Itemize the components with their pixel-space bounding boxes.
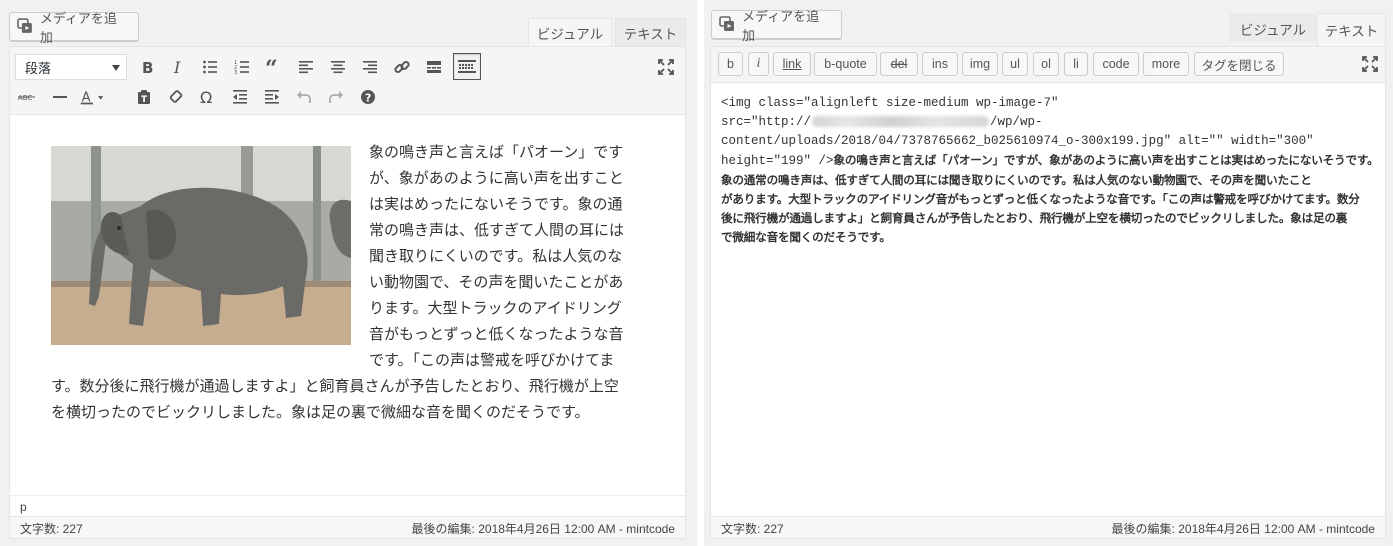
- code-src-suffix: /wp/wp-: [990, 115, 1043, 129]
- align-left-icon[interactable]: [293, 54, 319, 80]
- fullscreen-icon[interactable]: [653, 54, 679, 80]
- status-bar: 文字数: 227 最後の編集: 2018年4月26日 12:00 AM - mi…: [10, 516, 685, 538]
- paragraph-format-select[interactable]: 段落: [15, 54, 127, 80]
- qt-img-button[interactable]: img: [962, 52, 998, 76]
- last-edited: 最後の編集: 2018年4月26日 12:00 AM - mintcode: [1111, 522, 1375, 536]
- chevron-down-icon: [112, 65, 120, 71]
- code-src-prefix: src="http://: [721, 115, 812, 129]
- status-bar: 文字数: 227 最後の編集: 2018年4月26日 12:00 AM - mi…: [711, 516, 1385, 538]
- media-icon: [17, 18, 32, 33]
- text-editor-panel: メディアを追加 ビジュアル テキスト b i link b-quote del …: [704, 0, 1393, 546]
- tab-text[interactable]: テキスト: [1317, 13, 1386, 46]
- svg-text:T: T: [141, 95, 148, 105]
- add-media-label: メディアを追加: [39, 10, 117, 45]
- qt-li-button[interactable]: li: [1064, 52, 1088, 76]
- element-path[interactable]: p: [10, 495, 685, 516]
- numbered-list-icon[interactable]: 123: [229, 54, 255, 80]
- help-icon[interactable]: ?: [355, 84, 381, 110]
- strikethrough-icon[interactable]: ABC: [15, 84, 41, 110]
- qt-close-tags-button[interactable]: タグを閉じる: [1194, 52, 1284, 76]
- text-editor: b i link b-quote del ins img ul ol li co…: [710, 46, 1386, 539]
- undo-icon[interactable]: [291, 84, 317, 110]
- align-right-icon[interactable]: [357, 54, 383, 80]
- svg-text:?: ?: [365, 92, 371, 105]
- code-line-5: 象の通常の鳴き声は、低すぎて人間の耳には聞き取りにくいのです。私は人気のない動物…: [721, 173, 1312, 187]
- svg-text:ABC: ABC: [18, 94, 32, 102]
- qt-ins-button[interactable]: ins: [922, 52, 958, 76]
- horizontal-line-icon[interactable]: [47, 84, 73, 110]
- align-center-icon[interactable]: [325, 54, 351, 80]
- svg-text:I: I: [173, 59, 181, 75]
- qt-more-button[interactable]: more: [1143, 52, 1189, 76]
- code-line-3: content/uploads/2018/04/7378765662_b0256…: [721, 134, 1314, 148]
- toolbar-toggle-icon[interactable]: [453, 53, 481, 80]
- code-line-4: height="199" />象の鳴き声と言えば「パオーン」ですが、象があのよう…: [721, 151, 1379, 171]
- last-edited: 最後の編集: 2018年4月26日 12:00 AM - mintcode: [411, 522, 675, 536]
- fullscreen-icon[interactable]: [1357, 51, 1383, 77]
- panel-divider: [697, 0, 704, 546]
- tab-text[interactable]: テキスト: [615, 18, 686, 46]
- blockquote-icon[interactable]: “: [261, 54, 287, 80]
- code-line-6: があります。大型トラックのアイドリング音がもっとずっと低くなったような音です。「…: [721, 192, 1360, 206]
- visual-content-area[interactable]: 象の鳴き声と言えば「パオーン」ですが、象があのように高い声を出すことは実はめった…: [10, 116, 685, 494]
- text-color-icon[interactable]: A: [79, 84, 105, 110]
- qt-ol-button[interactable]: ol: [1033, 52, 1059, 76]
- visual-toolbar: 段落 B I 123 “ ABC A T Ω ?: [10, 47, 685, 115]
- italic-icon[interactable]: I: [165, 54, 191, 80]
- qt-b-button[interactable]: b: [718, 52, 743, 76]
- qt-code-button[interactable]: code: [1093, 52, 1139, 76]
- media-icon: [719, 16, 734, 31]
- visual-editor-panel: メディアを追加 ビジュアル テキスト 段落 B I 123 “ ABC A T …: [0, 0, 697, 546]
- code-line-7: 後に飛行機が通過しますよ」と飼育員さんが予告したとおり、飛行機が上空を横切ったの…: [721, 211, 1348, 225]
- word-count: 文字数: 227: [721, 522, 784, 536]
- redo-icon[interactable]: [323, 84, 349, 110]
- special-character-icon[interactable]: Ω: [195, 84, 221, 110]
- qt-bquote-button[interactable]: b-quote: [814, 52, 877, 76]
- qt-ul-button[interactable]: ul: [1002, 52, 1028, 76]
- svg-text:“: “: [265, 59, 278, 75]
- word-count: 文字数: 227: [20, 522, 83, 536]
- svg-text:Ω: Ω: [200, 89, 212, 105]
- add-media-button[interactable]: メディアを追加: [711, 9, 842, 43]
- bullet-list-icon[interactable]: [197, 54, 223, 80]
- bold-icon[interactable]: B: [134, 54, 160, 80]
- code-line-1: <img class="alignleft size-medium wp-ima…: [721, 96, 1059, 110]
- blurred-domain: [812, 116, 990, 128]
- outdent-icon[interactable]: [227, 84, 253, 110]
- code-line-8: で微細な音を聞くのだそうです。: [721, 230, 891, 244]
- code-height-attr: height="199" />: [721, 154, 834, 168]
- qt-link-button[interactable]: link: [773, 52, 811, 76]
- link-icon[interactable]: [389, 54, 415, 80]
- qt-del-button[interactable]: del: [880, 52, 918, 76]
- tab-visual[interactable]: ビジュアル: [1230, 14, 1316, 42]
- format-select-value: 段落: [25, 60, 52, 76]
- svg-text:B: B: [142, 59, 153, 75]
- html-textarea[interactable]: <img class="alignleft size-medium wp-ima…: [711, 84, 1385, 514]
- paste-as-text-icon[interactable]: T: [131, 84, 157, 110]
- code-line-2: src="http:// /wp/wp-: [721, 113, 1377, 132]
- add-media-label: メディアを追加: [741, 8, 820, 43]
- tab-visual[interactable]: ビジュアル: [528, 18, 612, 47]
- clear-formatting-icon[interactable]: [163, 84, 189, 110]
- read-more-icon[interactable]: [421, 54, 447, 80]
- indent-icon[interactable]: [259, 84, 285, 110]
- svg-text:3: 3: [234, 70, 237, 75]
- elephant-photo[interactable]: [51, 146, 351, 345]
- code-text-start: 象の鳴き声と言えば「パオーン」ですが、象があのように高い声を出すことは実はめった…: [833, 153, 1379, 167]
- qt-i-button[interactable]: i: [748, 52, 769, 76]
- quicktags-toolbar: b i link b-quote del ins img ul ol li co…: [711, 47, 1385, 83]
- visual-editor: 段落 B I 123 “ ABC A T Ω ? 象の鳴き声と言えば「パオーン」…: [9, 46, 686, 539]
- add-media-button[interactable]: メディアを追加: [9, 11, 139, 45]
